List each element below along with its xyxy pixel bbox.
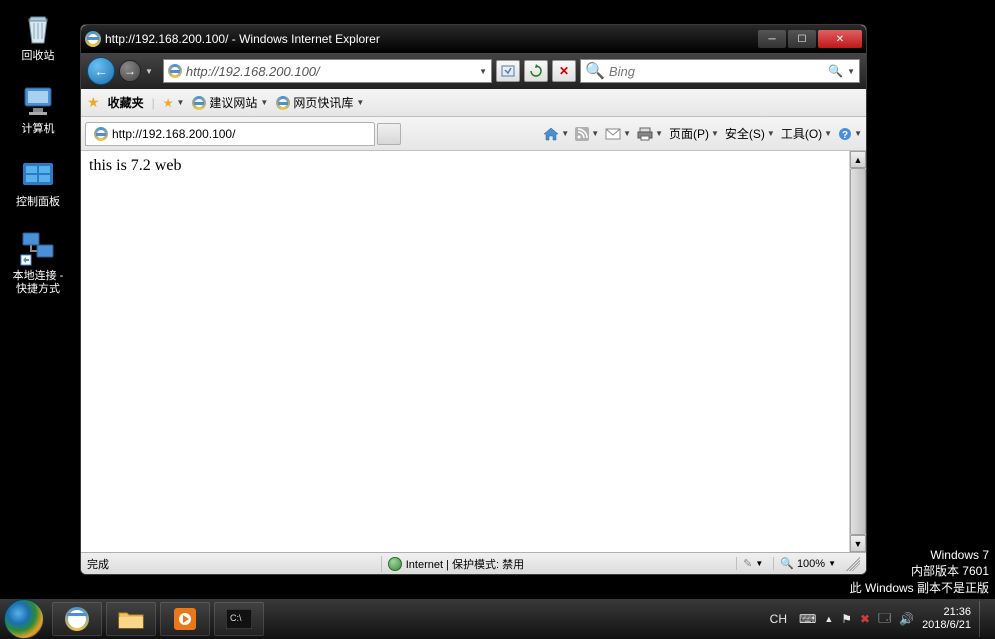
ie-link-icon — [192, 96, 206, 110]
print-button[interactable]: ▼ — [637, 127, 663, 141]
back-button[interactable]: ← — [87, 57, 115, 85]
safety-menu[interactable]: 安全(S)▼ — [725, 125, 775, 142]
os-build: 内部版本 7601 — [850, 563, 989, 580]
address-bar[interactable]: ▼ — [163, 59, 492, 83]
refresh-button[interactable] — [524, 60, 548, 82]
taskbar: C:\ CH ⌨ ▲ ⚑ ✖ 🗔 🔊 21:36 2018/6/21 — [0, 599, 995, 639]
computer-icon[interactable]: 计算机 — [8, 81, 68, 136]
zoom-control[interactable]: 🔍100%▼ — [773, 557, 836, 570]
maximize-button[interactable]: ☐ — [788, 30, 816, 48]
address-favicon-icon — [168, 64, 182, 78]
network-shortcut-icon[interactable]: 本地连接 - 快捷方式 — [8, 228, 68, 296]
scroll-thumb[interactable] — [850, 168, 866, 535]
windows-watermark: Windows 7 内部版本 7601 此 Windows 副本不是正版 — [850, 547, 989, 597]
network-tray-icon[interactable]: 🗔 — [878, 609, 891, 630]
add-favorite-button[interactable]: ★▼ — [163, 96, 185, 110]
new-tab-button[interactable] — [377, 123, 401, 145]
action-center-icon[interactable]: ⚑ — [841, 612, 852, 626]
tab-favicon-icon — [94, 127, 108, 141]
desktop-icons: 回收站 计算机 控制面板 本地连接 - 快捷方式 — [8, 8, 68, 296]
clock[interactable]: 21:36 2018/6/21 — [922, 606, 971, 632]
os-name: Windows 7 — [850, 547, 989, 564]
favorites-star-icon[interactable]: ★ — [87, 94, 100, 111]
minimize-button[interactable]: ─ — [758, 30, 786, 48]
language-indicator[interactable]: CH — [766, 611, 791, 627]
volume-icon[interactable]: 🔊 — [899, 612, 914, 626]
search-input[interactable] — [609, 64, 824, 79]
tray-expand-icon[interactable]: ▲ — [824, 614, 833, 624]
command-bar: ▼ ▼ ▼ ▼ 页面(P)▼ 安全(S)▼ 工具(O)▼ ?▼ — [543, 125, 862, 142]
web-slice-link[interactable]: 网页快讯库▼ — [276, 94, 364, 111]
titlebar[interactable]: http://192.168.200.100/ - Windows Intern… — [81, 25, 866, 53]
help-button[interactable]: ?▼ — [838, 127, 862, 141]
scroll-up-button[interactable]: ▲ — [850, 151, 866, 168]
page-menu[interactable]: 页面(P)▼ — [669, 125, 719, 142]
vertical-scrollbar[interactable]: ▲ ▼ — [849, 151, 866, 552]
ime-icon[interactable]: ⌨ — [799, 612, 816, 626]
show-desktop-button[interactable] — [979, 601, 987, 637]
browser-tab[interactable]: http://192.168.200.100/ — [85, 122, 375, 146]
control-panel-label: 控制面板 — [16, 196, 60, 209]
start-button[interactable] — [4, 599, 44, 639]
status-bar: 完成 Internet | 保护模式: 禁用 ✎▼ 🔍100%▼ — [81, 552, 866, 574]
search-icon: 🔍 — [585, 61, 605, 81]
search-go-button[interactable]: 🔍 — [828, 64, 843, 78]
tools-menu[interactable]: 工具(O)▼ — [781, 125, 832, 142]
address-input[interactable] — [186, 64, 475, 79]
close-button[interactable]: ✕ — [818, 30, 862, 48]
clock-time: 21:36 — [922, 606, 971, 619]
content-area: this is 7.2 web ▲ ▼ — [81, 151, 866, 552]
recycle-bin-icon[interactable]: 回收站 — [8, 8, 68, 63]
feeds-button[interactable]: ▼ — [575, 127, 599, 141]
status-text: 完成 — [87, 556, 381, 572]
ie-window: http://192.168.200.100/ - Windows Intern… — [80, 24, 867, 575]
network-label: 本地连接 - 快捷方式 — [8, 270, 68, 296]
compat-view-button[interactable] — [496, 60, 520, 82]
suggested-label: 建议网站 — [209, 94, 257, 111]
forward-button[interactable]: → — [119, 60, 141, 82]
clock-date: 2018/6/21 — [922, 619, 971, 632]
svg-text:?: ? — [842, 130, 848, 141]
page-body: this is 7.2 web — [81, 151, 849, 552]
system-tray: CH ⌨ ▲ ⚑ ✖ 🗔 🔊 21:36 2018/6/21 — [766, 601, 995, 637]
slice-label: 网页快讯库 — [293, 94, 353, 111]
internet-zone-icon — [388, 557, 402, 571]
protected-mode-button[interactable]: ✎▼ — [736, 557, 763, 570]
taskbar-cmd-button[interactable]: C:\ — [214, 602, 264, 636]
home-button[interactable]: ▼ — [543, 127, 569, 141]
recycle-bin-label: 回收站 — [22, 50, 55, 63]
taskbar-explorer-button[interactable] — [106, 602, 156, 636]
control-panel-icon[interactable]: 控制面板 — [8, 154, 68, 209]
os-genuine: 此 Windows 副本不是正版 — [850, 580, 989, 597]
ie-title-icon — [85, 31, 101, 47]
favorites-bar: ★ 收藏夹 | ★▼ 建议网站▼ 网页快讯库▼ — [81, 89, 866, 117]
computer-label: 计算机 — [22, 123, 55, 136]
search-provider-dropdown[interactable]: ▼ — [847, 67, 855, 76]
svg-text:C:\: C:\ — [230, 613, 242, 623]
taskbar-media-button[interactable] — [160, 602, 210, 636]
taskbar-ie-button[interactable] — [52, 602, 102, 636]
nav-history-dropdown[interactable]: ▼ — [145, 67, 153, 76]
zone-label: Internet | 保护模式: 禁用 — [406, 556, 524, 572]
favorites-label[interactable]: 收藏夹 — [108, 94, 144, 111]
tab-title: http://192.168.200.100/ — [112, 127, 235, 141]
window-title: http://192.168.200.100/ - Windows Intern… — [105, 32, 758, 46]
ie-link-icon-2 — [276, 96, 290, 110]
nav-toolbar: ← → ▼ ▼ ✕ 🔍 🔍 ▼ — [81, 53, 866, 89]
read-mail-button[interactable]: ▼ — [605, 128, 631, 140]
security-warn-icon[interactable]: ✖ — [860, 612, 870, 626]
search-bar[interactable]: 🔍 🔍 ▼ — [580, 59, 860, 83]
suggested-sites-link[interactable]: 建议网站▼ — [192, 94, 268, 111]
address-dropdown[interactable]: ▼ — [479, 67, 487, 76]
tab-bar: http://192.168.200.100/ ▼ ▼ ▼ ▼ 页面(P)▼ 安… — [81, 117, 866, 151]
stop-button[interactable]: ✕ — [552, 60, 576, 82]
